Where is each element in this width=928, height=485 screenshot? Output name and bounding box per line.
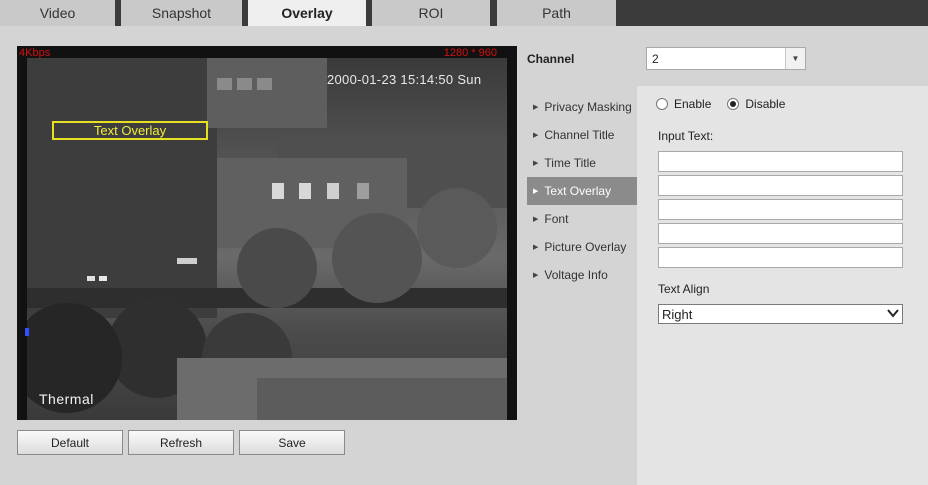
channel-value: 2 xyxy=(652,51,659,66)
chevron-down-icon[interactable]: ▼ xyxy=(785,48,805,69)
resolution-readout: 1280 * 960 xyxy=(443,47,497,59)
disable-label: Disable xyxy=(745,97,786,111)
chevron-down-icon xyxy=(887,309,899,318)
menu-item-time-title[interactable]: ▶ Time Title xyxy=(527,149,637,177)
thermal-scene-image xyxy=(27,58,507,420)
menu-item-channel-title[interactable]: ▶ Channel Title xyxy=(527,121,637,149)
caret-right-icon: ▶ xyxy=(533,160,539,167)
menu-item-label: Text Overlay xyxy=(544,184,612,198)
tab-snapshot[interactable]: Snapshot xyxy=(121,0,242,26)
tab-bar: Video Snapshot Overlay ROI Path xyxy=(0,0,928,26)
menu-item-voltage-info[interactable]: ▶ Voltage Info xyxy=(527,261,637,289)
caret-right-icon: ▶ xyxy=(533,104,539,111)
scene-illustration xyxy=(27,58,507,420)
menu-item-picture-overlay[interactable]: ▶ Picture Overlay xyxy=(527,233,637,261)
text-input-line-5[interactable] xyxy=(658,247,903,268)
overlay-menu: ▶ Privacy Masking ▶ Channel Title ▶ Time… xyxy=(527,93,637,289)
tab-overlay[interactable]: Overlay xyxy=(248,0,366,26)
menu-item-text-overlay[interactable]: ▶ Text Overlay xyxy=(527,177,637,205)
text-align-select[interactable]: Right xyxy=(658,304,903,324)
osd-channel-title: Thermal xyxy=(39,391,94,407)
caret-right-icon: ▶ xyxy=(533,216,539,223)
text-align-value: Right xyxy=(662,306,693,322)
input-text-label: Input Text: xyxy=(658,129,714,143)
menu-item-label: Picture Overlay xyxy=(544,240,627,254)
enable-radio-group: Enable Disable xyxy=(656,97,795,111)
disable-radio[interactable] xyxy=(727,98,740,110)
menu-item-privacy-masking[interactable]: ▶ Privacy Masking xyxy=(527,93,637,121)
default-button[interactable]: Default xyxy=(17,430,123,455)
caret-right-icon: ▶ xyxy=(533,132,539,139)
caret-right-icon: ▶ xyxy=(533,188,539,195)
menu-item-font[interactable]: ▶ Font xyxy=(527,205,637,233)
bitrate-readout: 4Kbps xyxy=(19,47,51,59)
refresh-button[interactable]: Refresh xyxy=(128,430,234,455)
menu-item-label: Voltage Info xyxy=(544,268,608,282)
text-input-line-4[interactable] xyxy=(658,223,903,244)
enable-label: Enable xyxy=(674,97,712,111)
scene-marker xyxy=(25,328,29,336)
save-button[interactable]: Save xyxy=(239,430,345,455)
caret-right-icon: ▶ xyxy=(533,272,539,279)
tab-video[interactable]: Video xyxy=(0,0,115,26)
text-input-line-1[interactable] xyxy=(658,151,903,172)
text-overlay-box[interactable]: Text Overlay xyxy=(52,121,208,140)
caret-right-icon: ▶ xyxy=(533,244,539,251)
menu-item-label: Font xyxy=(544,212,569,226)
menu-item-label: Channel Title xyxy=(544,128,615,142)
menu-item-label: Privacy Masking xyxy=(544,100,632,114)
osd-timestamp: 2000-01-23 15:14:50 Sun xyxy=(327,72,482,87)
channel-select[interactable]: 2 ▼ xyxy=(646,47,806,70)
text-input-line-3[interactable] xyxy=(658,199,903,220)
tab-path[interactable]: Path xyxy=(497,0,616,26)
tab-roi[interactable]: ROI xyxy=(372,0,490,26)
text-align-label: Text Align xyxy=(658,282,710,296)
channel-label: Channel xyxy=(527,52,575,66)
text-input-line-2[interactable] xyxy=(658,175,903,196)
menu-item-label: Time Title xyxy=(544,156,596,170)
enable-radio[interactable] xyxy=(656,98,668,110)
video-preview[interactable]: 4Kbps 1280 * 960 2000-01-23 15:14:50 Sun… xyxy=(17,46,517,420)
